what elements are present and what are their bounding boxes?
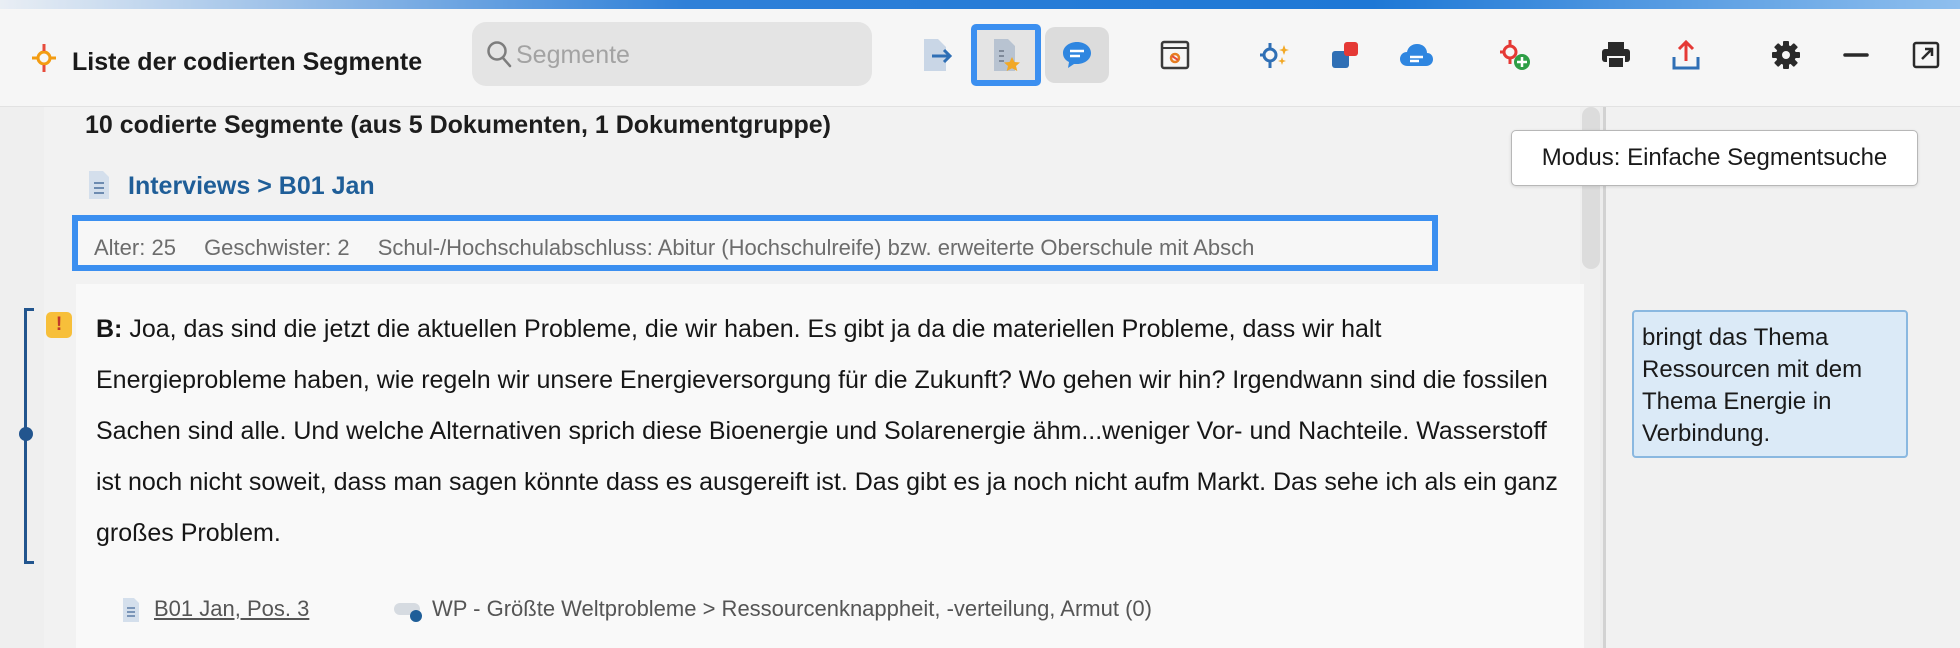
document-variables-bar: Alter: 25 Geschwister: 2 Schul-/Hochschu… bbox=[72, 215, 1438, 271]
document-import-icon bbox=[924, 39, 953, 71]
minimize-button[interactable] bbox=[1824, 27, 1888, 83]
segment-source-link[interactable]: B01 Jan, Pos. 3 bbox=[154, 596, 309, 622]
print-icon bbox=[1602, 42, 1630, 69]
variable-education: Schul-/Hochschulabschluss: Abitur (Hochs… bbox=[377, 235, 1255, 260]
cloud-memo-icon bbox=[1400, 44, 1433, 66]
window-title: Liste der codierten Segmente bbox=[72, 48, 423, 76]
segment-speaker: B: bbox=[96, 315, 123, 343]
segment-anchor-dot[interactable] bbox=[19, 427, 33, 441]
color-code-button[interactable] bbox=[1313, 27, 1377, 83]
document-path-link[interactable]: Interviews > B01 Jan bbox=[128, 172, 375, 201]
comment-memo[interactable]: bringt das Thema Ressourcen mit dem Them… bbox=[1632, 310, 1908, 458]
ai-segment-icon bbox=[1160, 40, 1190, 70]
mode-tooltip: Modus: Einfache Segmentsuche bbox=[1511, 130, 1918, 186]
comment-icon bbox=[1063, 42, 1091, 68]
variable-age: Alter: 25 bbox=[94, 235, 176, 260]
undock-icon bbox=[1912, 41, 1940, 69]
code-count: (0) bbox=[1125, 596, 1152, 621]
code-toggle-icon[interactable] bbox=[392, 600, 426, 624]
search-input[interactable] bbox=[514, 32, 858, 78]
add-code-button[interactable] bbox=[1483, 27, 1547, 83]
source-document-icon bbox=[123, 598, 139, 622]
window-top-strip bbox=[0, 0, 1960, 9]
toolbar: Liste der codierten Segmente bbox=[0, 9, 1960, 107]
variable-siblings: Geschwister: 2 bbox=[204, 235, 350, 260]
segment-summary: 10 codierte Segmente (aus 5 Dokumenten, … bbox=[85, 111, 831, 139]
settings-button[interactable] bbox=[1754, 27, 1818, 83]
segment-text: B: Joa, das sind die jetzt die aktuellen… bbox=[96, 304, 1576, 559]
document-favorite-icon bbox=[994, 39, 1020, 71]
search-icon bbox=[487, 41, 512, 68]
settings-icon bbox=[1772, 41, 1800, 69]
minimize-icon bbox=[1843, 53, 1869, 57]
segment-code-path: WP - Größte Weltprobleme > Ressourcenkna… bbox=[432, 596, 1152, 621]
favorite-documents-button[interactable] bbox=[971, 24, 1041, 86]
export-button[interactable] bbox=[1654, 27, 1718, 83]
cloud-memo-button[interactable] bbox=[1384, 27, 1448, 83]
color-code-icon bbox=[1332, 42, 1358, 68]
search-box[interactable] bbox=[472, 22, 872, 86]
import-document-button[interactable] bbox=[905, 27, 969, 83]
code-sparkle-icon bbox=[1260, 43, 1289, 68]
add-code-icon bbox=[1500, 40, 1530, 70]
document-icon bbox=[89, 171, 109, 199]
show-comments-button[interactable] bbox=[1045, 27, 1109, 83]
export-icon bbox=[1672, 39, 1700, 70]
ai-segment-button[interactable] bbox=[1143, 27, 1207, 83]
segment-body: Joa, das sind die jetzt die aktuellen Pr… bbox=[96, 315, 1558, 547]
coded-segments-app-icon bbox=[32, 44, 56, 72]
smart-coding-button[interactable] bbox=[1243, 27, 1307, 83]
priority-warning-icon[interactable]: ! bbox=[46, 312, 72, 338]
undock-window-button[interactable] bbox=[1894, 27, 1958, 83]
print-button[interactable] bbox=[1584, 27, 1648, 83]
